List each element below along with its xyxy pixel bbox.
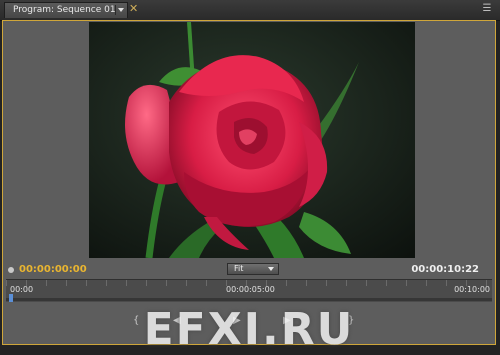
zoom-select-value: Fit bbox=[234, 264, 244, 273]
playhead-handle[interactable] bbox=[9, 294, 13, 302]
set-marker-icon[interactable] bbox=[8, 267, 14, 273]
zoom-select[interactable]: Fit bbox=[227, 263, 279, 275]
transport-controls: { ◀ ▶ ▶ } bbox=[123, 311, 383, 341]
tab-program-monitor[interactable]: Program: Sequence 01 bbox=[4, 2, 128, 18]
mark-out-icon[interactable]: } bbox=[348, 315, 354, 326]
mark-in-icon[interactable]: { bbox=[133, 315, 139, 326]
ruler-middle-label: 00:00:05:00 bbox=[226, 285, 275, 294]
duration-timecode: 00:00:10:22 bbox=[411, 264, 479, 275]
rose-frame-image bbox=[89, 22, 415, 258]
chevron-down-icon[interactable] bbox=[115, 5, 125, 15]
ruler-end-label: 00:10:00 bbox=[454, 285, 490, 294]
work-area-bar[interactable] bbox=[6, 298, 492, 301]
panel-menu-icon[interactable]: ☰ bbox=[480, 3, 494, 15]
time-ruler[interactable]: 00:00 00:00:05:00 00:10:00 bbox=[6, 279, 492, 302]
ruler-start-label: 00:00 bbox=[10, 285, 34, 294]
close-icon[interactable]: ✕ bbox=[129, 3, 138, 15]
chevron-down-icon bbox=[268, 267, 274, 271]
panel-tab-bar: Program: Sequence 01 ✕ ☰ bbox=[0, 0, 500, 21]
play-icon[interactable]: ▶ bbox=[233, 315, 241, 326]
step-forward-icon[interactable]: ▶ bbox=[283, 315, 291, 326]
program-monitor-panel: 00:00:00:00 Fit 00:00:10:22 00:00 00:00:… bbox=[2, 20, 496, 355]
current-timecode[interactable]: 00:00:00:00 bbox=[19, 264, 87, 275]
video-preview bbox=[89, 22, 415, 258]
tab-title: Program: Sequence 01 bbox=[13, 5, 116, 15]
step-back-icon[interactable]: ◀ bbox=[173, 315, 181, 326]
